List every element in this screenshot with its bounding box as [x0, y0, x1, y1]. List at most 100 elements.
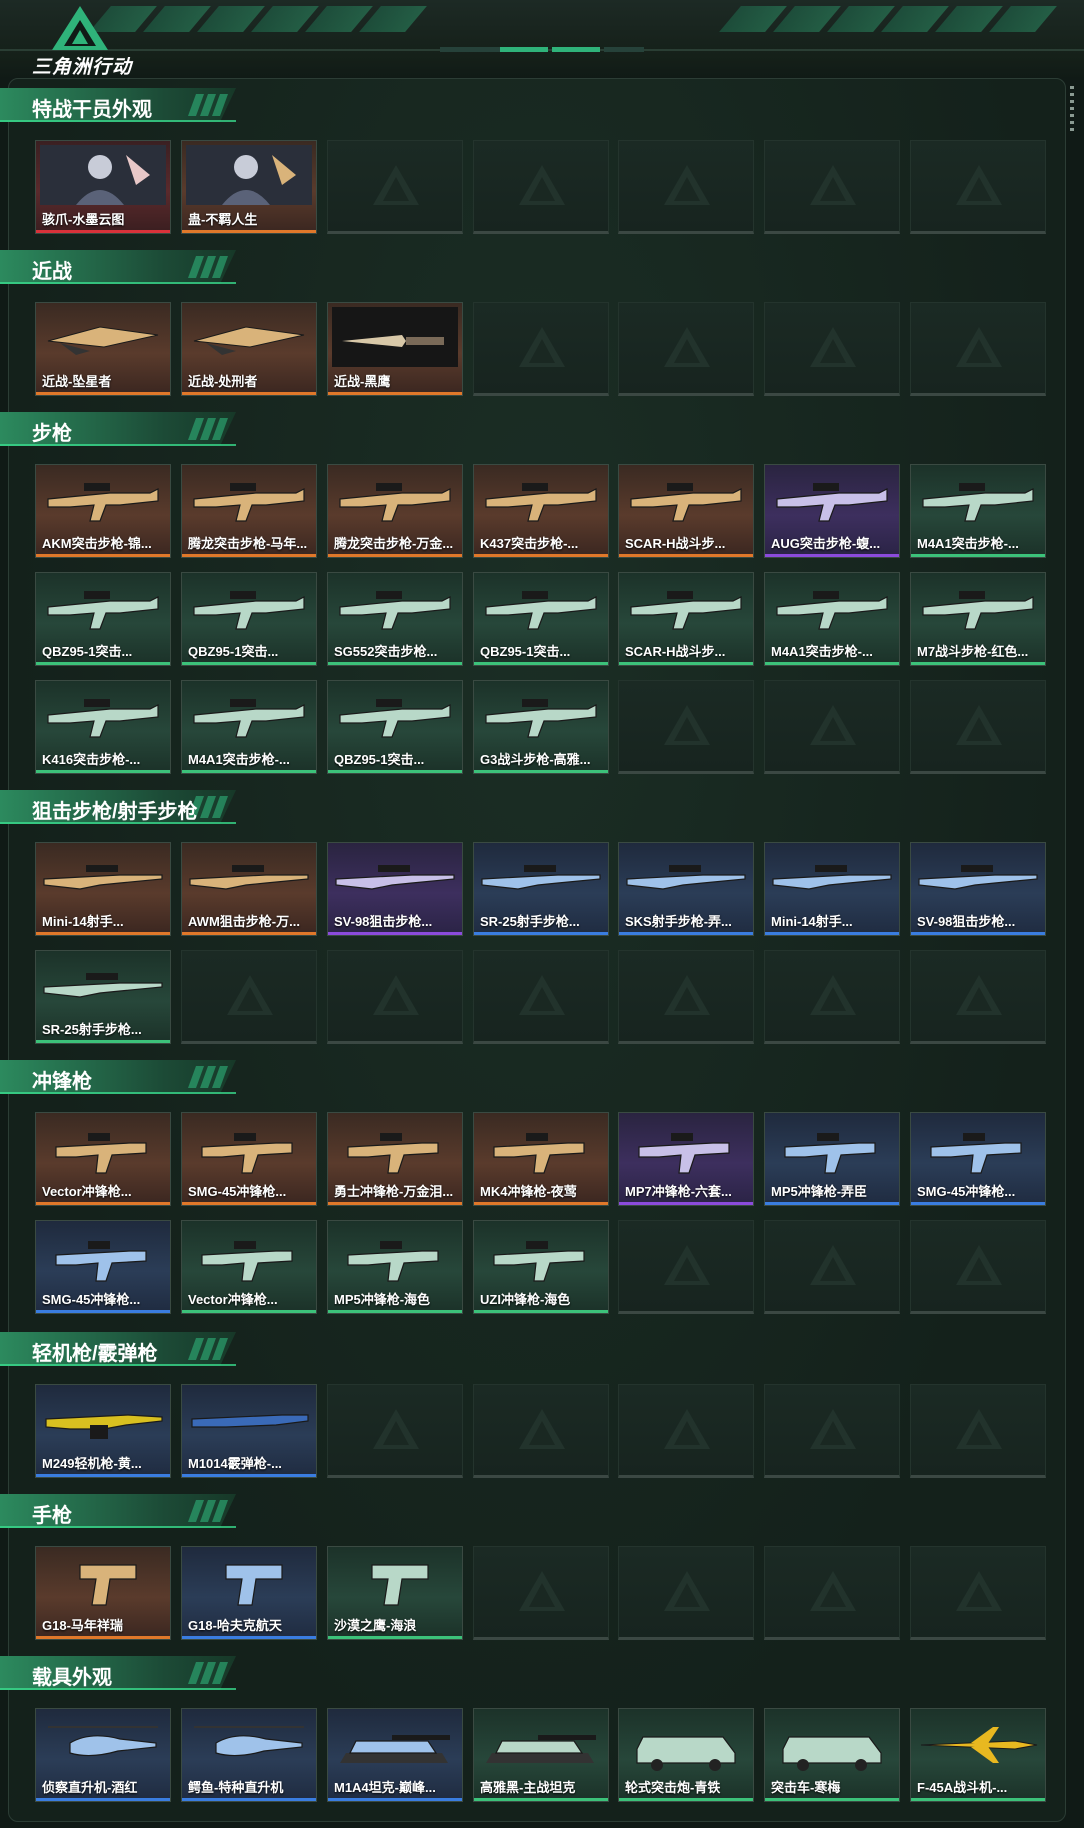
scrollbar-indicator[interactable]	[1070, 86, 1074, 132]
rarity-bar	[328, 770, 462, 773]
section-title: 狙击步枪/射手步枪	[32, 801, 198, 823]
collection-item[interactable]: Vector冲锋枪...	[35, 1112, 171, 1206]
collection-item[interactable]: SCAR-H战斗步...	[618, 572, 754, 666]
helicopter-icon	[194, 1726, 304, 1757]
item-label: M1A4坦克-巅峰...	[334, 1780, 436, 1795]
collection-item[interactable]: QBZ95-1突击...	[327, 680, 463, 774]
collection-item[interactable]: QBZ95-1突击...	[35, 572, 171, 666]
collection-item[interactable]: 勇士冲锋枪-万金泪...	[327, 1112, 463, 1206]
rarity-bar	[328, 392, 462, 395]
collection-item[interactable]: MK4冲锋枪-夜莺	[473, 1112, 609, 1206]
item-label: UZI冲锋枪-海色	[480, 1292, 571, 1307]
collection-item[interactable]: M4A1突击步枪-...	[181, 680, 317, 774]
collection-item[interactable]: SCAR-H战斗步...	[618, 464, 754, 558]
item-label: Mini-14射手...	[42, 914, 124, 929]
collection-item[interactable]: SMG-45冲锋枪...	[35, 1220, 171, 1314]
rifle-icon	[47, 483, 159, 522]
collection-item[interactable]: M4A1突击步枪-...	[910, 464, 1046, 558]
rarity-bar	[182, 662, 316, 665]
collection-item[interactable]: 轮式突击炮-青铁	[618, 1708, 754, 1802]
rarity-bar	[765, 1798, 899, 1801]
collection-item[interactable]: AUG突击步枪-蝮...	[764, 464, 900, 558]
empty-slot	[764, 1546, 900, 1640]
collection-item[interactable]: SMG-45冲锋枪...	[910, 1112, 1046, 1206]
item-label: F-45A战斗机-...	[917, 1780, 1008, 1795]
item-label: 轮式突击炮-青铁	[625, 1780, 721, 1795]
item-label: M4A1突击步枪-...	[188, 752, 290, 767]
collection-item[interactable]: M7战斗步枪-红色...	[910, 572, 1046, 666]
operator-portrait-icon	[186, 145, 312, 205]
collection-item[interactable]: M1A4坦克-巅峰...	[327, 1708, 463, 1802]
collection-item[interactable]: MP5冲锋枪-弄臣	[764, 1112, 900, 1206]
rarity-bar	[36, 1202, 170, 1205]
item-label: SCAR-H战斗步...	[625, 536, 726, 551]
empty-slot	[764, 1220, 900, 1314]
collection-item[interactable]: 鳄鱼-特种直升机	[181, 1708, 317, 1802]
melee-blade-icon	[193, 326, 305, 355]
collection-item[interactable]: MP5冲锋枪-海色	[327, 1220, 463, 1314]
collection-item[interactable]: QBZ95-1突击...	[181, 572, 317, 666]
collection-item[interactable]: SR-25射手步枪...	[35, 950, 171, 1044]
collection-item[interactable]: M249轻机枪-黄...	[35, 1384, 171, 1478]
empty-slot	[764, 680, 900, 774]
collection-item[interactable]: K416突击步枪-...	[35, 680, 171, 774]
item-label: 蛊-不羁人生	[188, 212, 258, 227]
section-title: 手枪	[32, 1505, 72, 1527]
collection-item[interactable]: 突击车-寒梅	[764, 1708, 900, 1802]
item-label: AUG突击步枪-蝮...	[771, 536, 881, 551]
item-label: MP5冲锋枪-海色	[334, 1292, 431, 1307]
collection-item[interactable]: 近战-处刑者	[181, 302, 317, 396]
collection-item[interactable]: SV-98狙击步枪...	[910, 842, 1046, 936]
collection-item[interactable]: 腾龙突击步枪-万金...	[327, 464, 463, 558]
collection-item[interactable]: SMG-45冲锋枪...	[181, 1112, 317, 1206]
rifle-icon	[485, 699, 597, 738]
logo-text: 三角洲行动	[32, 57, 133, 78]
rarity-bar	[619, 932, 753, 935]
collection-item[interactable]: 侦察直升机-酒红	[35, 1708, 171, 1802]
collection-item[interactable]: M4A1突击步枪-...	[764, 572, 900, 666]
collection-item[interactable]: K437突击步枪-...	[473, 464, 609, 558]
collection-item[interactable]: Mini-14射手...	[764, 842, 900, 936]
collection-item[interactable]: Vector冲锋枪...	[181, 1220, 317, 1314]
rarity-bar	[36, 1798, 170, 1801]
armored-vehicle-icon	[636, 1736, 736, 1771]
collection-item[interactable]: F-45A战斗机-...	[910, 1708, 1046, 1802]
collection-item[interactable]: 高雅黑-主战坦克	[473, 1708, 609, 1802]
rarity-bar	[36, 662, 170, 665]
rarity-bar	[36, 392, 170, 395]
collection-item[interactable]: G18-马年祥瑞	[35, 1546, 171, 1640]
collection-item[interactable]: MP7冲锋枪-六套...	[618, 1112, 754, 1206]
collection-item[interactable]: QBZ95-1突击...	[473, 572, 609, 666]
delta-placeholder-icon	[373, 975, 419, 1015]
smg-icon	[493, 1241, 585, 1282]
collection-item[interactable]: M1014霰弹枪-...	[181, 1384, 317, 1478]
collection-item[interactable]: AWM狙击步枪-万...	[181, 842, 317, 936]
collection-item[interactable]: 腾龙突击步枪-马年...	[181, 464, 317, 558]
collection-item[interactable]: 近战-坠星者	[35, 302, 171, 396]
collection-item[interactable]: SG552突击步枪...	[327, 572, 463, 666]
item-label: QBZ95-1突击...	[334, 752, 425, 767]
collection-item[interactable]: SKS射手步枪-弄...	[618, 842, 754, 936]
item-label: M249轻机枪-黄...	[42, 1456, 142, 1471]
item-label: G18-哈夫克航天	[188, 1618, 282, 1633]
collection-item[interactable]: 近战-黑鹰	[327, 302, 463, 396]
rarity-bar	[911, 1798, 1045, 1801]
item-label: K437突击步枪-...	[480, 536, 579, 551]
collection-item[interactable]: 蛊-不羁人生	[181, 140, 317, 234]
collection-item[interactable]: SV-98狙击步枪...	[327, 842, 463, 936]
collection-item[interactable]: AKM突击步枪-锦...	[35, 464, 171, 558]
collection-item[interactable]: SR-25射手步枪...	[473, 842, 609, 936]
section-title: 轻机枪/霰弹枪	[32, 1343, 158, 1365]
collection-item[interactable]: UZI冲锋枪-海色	[473, 1220, 609, 1314]
collection-item[interactable]: 骇爪-水墨云图	[35, 140, 171, 234]
smg-icon	[493, 1133, 585, 1174]
rarity-bar	[619, 554, 753, 557]
collection-item[interactable]: 沙漠之鹰-海浪	[327, 1546, 463, 1640]
rarity-bar	[182, 554, 316, 557]
item-label: 鳄鱼-特种直升机	[188, 1780, 284, 1795]
collection-item[interactable]: G18-哈夫克航天	[181, 1546, 317, 1640]
rarity-bar	[328, 1798, 462, 1801]
rifle-icon	[193, 699, 305, 738]
collection-item[interactable]: G3战斗步枪-高雅...	[473, 680, 609, 774]
collection-item[interactable]: Mini-14射手...	[35, 842, 171, 936]
